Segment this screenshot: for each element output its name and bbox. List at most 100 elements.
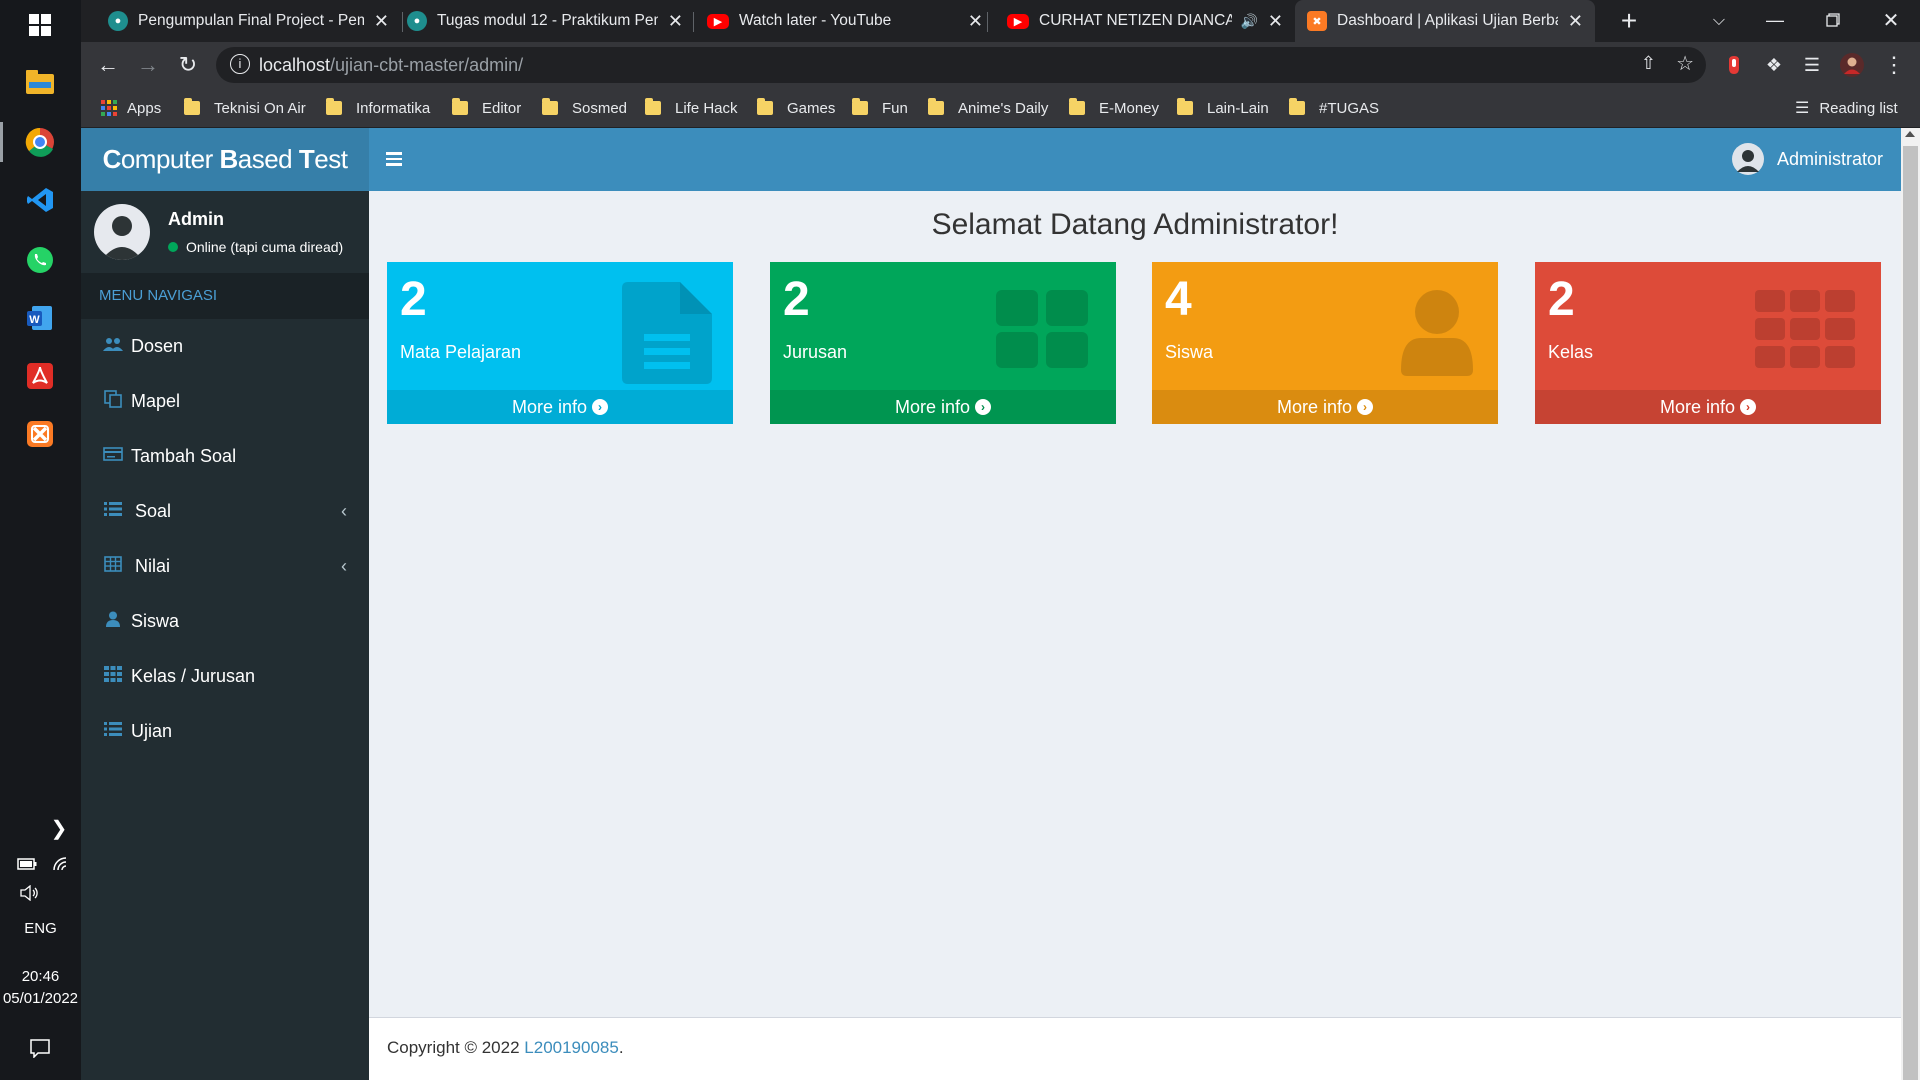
language-indicator[interactable]: ENG [0, 920, 81, 937]
bookmark-folder[interactable]: Lain-Lain [1177, 96, 1269, 120]
sidebar-item-siswa[interactable]: Siswa [81, 594, 369, 649]
reading-list[interactable]: ☰ Reading list [1795, 96, 1898, 120]
windows-start-icon[interactable] [20, 5, 60, 45]
xampp-favicon-icon: ✖ [1307, 11, 1327, 31]
youtube-favicon-icon: ▶ [707, 13, 729, 29]
clock-time[interactable]: 20:46 [0, 968, 81, 985]
tab-close-icon[interactable]: ✕ [374, 11, 389, 32]
sidebar-item-ujian[interactable]: Ujian [81, 704, 369, 759]
file-explorer-icon[interactable] [20, 62, 60, 102]
vscode-icon[interactable] [20, 180, 60, 220]
more-info-link[interactable]: More info › [387, 390, 733, 424]
windows-taskbar: W ❯ ENG 20:46 05/01/2022 [0, 0, 81, 1080]
volume-icon[interactable] [14, 878, 44, 908]
forward-icon[interactable]: → [130, 47, 166, 83]
clock-date[interactable]: 05/01/2022 [0, 990, 81, 1007]
sidebar-item-kelas-jurusan[interactable]: Kelas / Jurusan [81, 649, 369, 704]
tab-favicon-icon: ● [407, 11, 427, 31]
page-footer: Copyright © 2022 L200190085. [369, 1017, 1901, 1080]
browser-tab[interactable]: ● Tugas modul 12 - Praktikum Pem ✕ [395, 0, 695, 42]
sidebar-item-mapel[interactable]: Mapel [81, 374, 369, 429]
restore-icon[interactable] [1815, 2, 1851, 38]
bookmark-folder[interactable]: Teknisi On Air [184, 96, 306, 120]
tab-close-icon[interactable]: ✕ [1568, 11, 1583, 32]
more-info-link[interactable]: More info › [1152, 390, 1498, 424]
close-window-icon[interactable]: ✕ [1873, 2, 1909, 38]
browser-tab[interactable]: ▶ Watch later - YouTube ✕ [695, 0, 995, 42]
minimize-icon[interactable]: — [1757, 2, 1793, 38]
tab-close-icon[interactable]: ✕ [968, 11, 983, 32]
chrome-icon[interactable] [20, 122, 60, 162]
bookmark-folder[interactable]: Games [757, 96, 835, 120]
user-menu[interactable]: Administrator [1731, 143, 1883, 175]
sidebar-item-soal[interactable]: Soal ‹ [81, 484, 369, 539]
bookmark-star-icon[interactable]: ☆ [1676, 51, 1694, 76]
media-control-icon[interactable]: ☰ [1794, 47, 1830, 83]
th-icon [1755, 290, 1855, 368]
tab-title: Watch later - YouTube [739, 12, 892, 29]
arrow-circle-right-icon: › [975, 399, 992, 415]
new-tab-icon[interactable]: + [1611, 3, 1647, 39]
more-info-link[interactable]: More info › [1535, 390, 1881, 424]
browser-tab[interactable]: ▶ CURHAT NETIZEN DIANCAM 🔊 ✕ [995, 0, 1295, 42]
profile-avatar-icon[interactable] [1834, 47, 1870, 83]
bookmark-folder[interactable]: #TUGAS [1289, 96, 1379, 120]
acrobat-icon[interactable] [20, 356, 60, 396]
show-hidden-icons-icon[interactable]: ❯ [44, 813, 74, 843]
bookmark-apps[interactable]: Apps [101, 96, 161, 120]
sidebar-item-dosen[interactable]: Dosen [81, 319, 369, 374]
copyright-prefix: Copyright © 2022 [387, 1038, 525, 1057]
extension-red-icon[interactable] [1716, 47, 1752, 83]
browser-tab-active[interactable]: ✖ Dashboard | Aplikasi Ujian Berba ✕ [1295, 0, 1595, 42]
wifi-icon[interactable] [46, 849, 76, 879]
bookmark-folder[interactable]: Informatika [326, 96, 430, 120]
back-icon[interactable]: ← [90, 47, 126, 83]
stat-box-kelas: 2 Kelas More info › [1535, 262, 1881, 424]
chrome-menu-icon[interactable]: ⋮ [1876, 47, 1912, 83]
user-icon [1401, 290, 1473, 376]
extensions-puzzle-icon[interactable]: ❖ [1756, 47, 1792, 83]
copyright-link[interactable]: L200190085 [524, 1038, 619, 1057]
share-icon[interactable]: ⇧ [1641, 53, 1656, 74]
logo-initial: B [219, 144, 238, 174]
battery-icon[interactable] [12, 849, 42, 879]
stat-count: 2 [400, 273, 427, 326]
chevron-left-icon: ‹ [341, 556, 347, 576]
tab-close-icon[interactable]: ✕ [1268, 11, 1283, 32]
reload-icon[interactable]: ↻ [170, 47, 206, 83]
word-icon[interactable]: W [20, 298, 60, 338]
xampp-icon[interactable] [20, 414, 60, 454]
address-bar[interactable]: i localhost/ujian-cbt-master/admin/ ⇧ ☆ [216, 47, 1706, 83]
bookmark-folder[interactable]: E-Money [1069, 96, 1159, 120]
users-icon [103, 336, 123, 357]
bookmark-label: Fun [882, 99, 908, 117]
whatsapp-icon[interactable] [20, 240, 60, 280]
bookmark-folder[interactable]: Fun [852, 96, 908, 120]
bookmark-label: #TUGAS [1319, 99, 1380, 117]
browser-tab-strip: ● Pengumpulan Final Project - Pem ✕ ● Tu… [81, 0, 1920, 42]
grid-icon [103, 666, 123, 687]
sidebar-item-nilai[interactable]: Nilai ‹ [81, 539, 369, 594]
scroll-up-arrow-icon[interactable] [1905, 131, 1915, 137]
bookmark-folder[interactable]: Sosmed [542, 96, 627, 120]
user-panel-avatar [94, 204, 150, 260]
chevron-left-icon: ‹ [341, 501, 347, 521]
tab-favicon-icon: ● [108, 11, 128, 31]
more-info-link[interactable]: More info › [770, 390, 1116, 424]
tab-close-icon[interactable]: ✕ [668, 11, 683, 32]
scrollbar-thumb[interactable] [1903, 146, 1918, 1080]
bookmark-folder[interactable]: Editor [452, 96, 521, 120]
bookmark-folder[interactable]: Anime's Daily [928, 96, 1048, 120]
bookmark-folder[interactable]: Life Hack [645, 96, 738, 120]
site-info-icon[interactable]: i [230, 54, 250, 74]
sidebar-item-tambah-soal[interactable]: Tambah Soal [81, 429, 369, 484]
browser-tab[interactable]: ● Pengumpulan Final Project - Pem ✕ [96, 0, 401, 42]
tab-audio-icon[interactable]: 🔊 [1240, 13, 1257, 30]
folder-icon [184, 98, 200, 115]
tab-search-icon[interactable]: ⌵ [1701, 3, 1737, 39]
app-logo[interactable]: Computer Based Test [81, 128, 369, 191]
sidebar-toggle-icon[interactable] [381, 146, 407, 172]
sidebar-item-label: Kelas / Jurusan [131, 666, 256, 686]
stat-label: Siswa [1165, 342, 1214, 362]
notification-icon[interactable] [20, 1028, 60, 1068]
